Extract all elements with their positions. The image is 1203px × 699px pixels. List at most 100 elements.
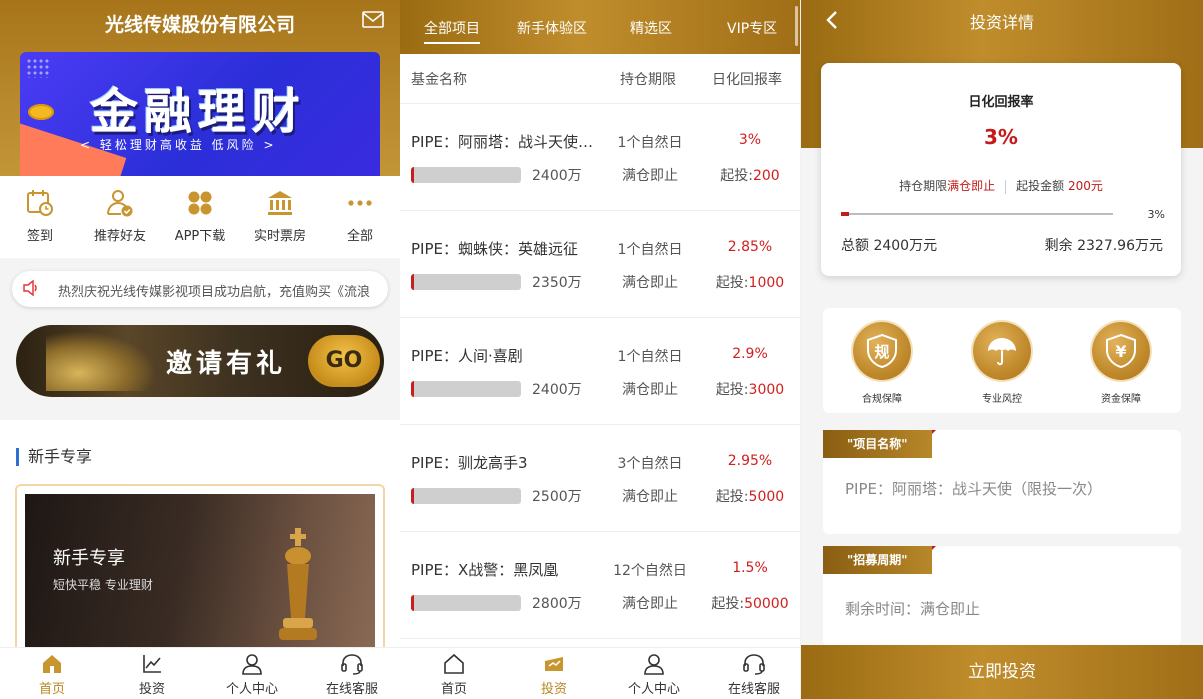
recruit-period-box: "招募周期" 剩余时间：满仓即止 (823, 546, 1181, 646)
fund-name: PIPE：X战警：黑凤凰 (411, 561, 559, 579)
user-icon (242, 654, 262, 675)
hands-image (46, 331, 156, 391)
invest-now-button[interactable]: 立即投资 (801, 645, 1203, 699)
quick-item-label: 实时票房 (253, 229, 306, 244)
fund-progress-bar (411, 381, 521, 397)
quick-item-box-office[interactable]: 实时票房 (250, 188, 310, 244)
quick-item-label: 推荐好友 (93, 229, 146, 244)
tab-novice-area[interactable]: 新手体验区 (517, 18, 587, 38)
tab-support[interactable]: 在线客服 (302, 653, 400, 697)
rate-value: 3% (984, 125, 1018, 149)
tab-support[interactable]: 在线客服 (704, 653, 800, 697)
calendar-clock-icon (27, 190, 53, 216)
guarantee-compliance: 规 合规保障 (842, 322, 922, 405)
fund-row[interactable]: PIPE：蜘蛛侠：英雄远征 1个自然日 2.85% 2350万 满仓即止 起投:1000 (400, 211, 800, 318)
fund-close-rule: 满仓即止 (622, 596, 678, 612)
chart-line-icon (143, 655, 161, 673)
fund-name: PIPE：阿丽塔：战斗天使（限投一次） (411, 133, 601, 151)
fund-rate: 2.95% (727, 453, 773, 469)
fund-min-invest: 起投:50000 (705, 593, 795, 613)
fund-progress-fill (411, 381, 415, 397)
quick-item-refer[interactable]: 推荐好友 (90, 188, 150, 244)
headset-icon (743, 654, 765, 675)
fund-name: PIPE：人间·喜剧 (411, 347, 523, 365)
period-label: 持仓期限 (899, 179, 948, 193)
fund-row[interactable]: PIPE：人间·喜剧 1个自然日 2.9% 2400万 满仓即止 起投:3000 (400, 318, 800, 425)
fund-row[interactable]: PIPE：阿丽塔：战斗天使（限投一次） 1个自然日 3% 2400万 满仓即止 起投:20… (400, 104, 800, 211)
fund-progress-fill (411, 595, 415, 611)
mail-icon[interactable] (362, 11, 384, 28)
app-grid-icon (188, 191, 212, 215)
fund-row[interactable]: PIPE：X战警：黑凤凰 12个自然日 1.5% 2800万 满仓即止 起投:50000 (400, 532, 800, 639)
guarantee-label: 合规保障 (862, 394, 902, 405)
tab-profile[interactable]: 个人中心 (202, 653, 302, 697)
tab-home[interactable]: 首页 (2, 653, 102, 697)
home-header: 光线传媒股份有限公司 金融理财 < 轻松理财高收益 低风险 > (0, 0, 400, 176)
fund-amount: 2400万 (532, 382, 582, 398)
project-name-tag: "项目名称" (823, 430, 936, 458)
min-value: 200 (752, 168, 780, 184)
tab-home[interactable]: 首页 (404, 653, 504, 697)
fund-period: 3个自然日 (617, 456, 683, 472)
bottom-tab-bar: 首页 投资 个人中心 在线客服 (400, 647, 800, 699)
rate-card: 日化回报率 3% 持仓期限满仓即止 起投金额 200元 3% 总额 2400万元 … (821, 63, 1181, 276)
glyph-funds: ¥ (1115, 342, 1126, 361)
fund-progress-bar (411, 595, 521, 611)
guarantee-section: 规 合规保障 专业风控 ¥ 资金保障 (823, 308, 1181, 413)
notice-text: 热烈庆祝光线传媒影视项目成功启航，充值购买《流浪 (58, 285, 371, 300)
scrollbar[interactable] (795, 6, 798, 46)
tab-all-projects[interactable]: 全部项目 (424, 18, 480, 44)
company-title: 光线传媒股份有限公司 (104, 14, 295, 36)
fund-close-rule: 满仓即止 (622, 489, 678, 505)
guarantee-label: 专业风控 (982, 394, 1022, 405)
invest-screen: 全部项目 新手体验区 精选区 VIP专区 基金名称 持仓期限 日化回报率 PIP… (400, 0, 800, 699)
fund-row[interactable]: PIPE：驯龙高手3 3个自然日 2.95% 2500万 满仓即止 起投:5000 (400, 425, 800, 532)
fund-rate: 3% (738, 132, 762, 148)
finance-banner[interactable]: 金融理财 < 轻松理财高收益 低风险 > (20, 52, 380, 176)
guarantee-funds: ¥ 资金保障 (1081, 322, 1161, 405)
divider (1005, 179, 1007, 194)
progress-percent: 3% (1147, 208, 1165, 221)
total-label: 总额 (841, 238, 869, 254)
progress-fill (841, 212, 850, 216)
tab-selected-area[interactable]: 精选区 (630, 18, 672, 38)
fund-rate: 2.85% (727, 239, 773, 255)
briefcase-icon (545, 657, 563, 671)
tab-label: 在线客服 (727, 682, 780, 697)
quick-item-app-download[interactable]: APP下载 (170, 188, 230, 244)
remain-label: 剩余 (1044, 238, 1073, 254)
quick-item-all[interactable]: 全部 (330, 188, 390, 244)
fund-rate: 1.5% (732, 560, 768, 576)
fund-period: 1个自然日 (617, 242, 683, 258)
recruit-period-tag: "招募周期" (823, 546, 936, 574)
tab-vip-area[interactable]: VIP专区 (727, 18, 777, 38)
min-label: 起投: (720, 168, 753, 184)
min-label: 起投金额 (1016, 179, 1065, 193)
novice-card[interactable]: 新手专享 短快平稳 专业理财 (15, 484, 385, 654)
min-value: 50000 (744, 596, 789, 612)
tab-profile[interactable]: 个人中心 (604, 653, 704, 697)
speaker-icon (23, 280, 37, 296)
tab-label: 首页 (440, 682, 467, 697)
project-name-box: "项目名称" PIPE：阿丽塔：战斗天使（限投一次） (823, 430, 1181, 534)
fund-period: 1个自然日 (617, 349, 683, 365)
progress-bar (841, 212, 1113, 216)
quick-item-label: APP下载 (174, 229, 226, 244)
tab-invest[interactable]: 投资 (102, 653, 202, 697)
go-button[interactable]: GO (308, 335, 380, 387)
tab-invest[interactable]: 投资 (504, 653, 604, 697)
invite-banner[interactable]: 邀请有礼 GO (16, 325, 384, 397)
header-rate: 日化回报率 (712, 72, 782, 88)
min-label: 起投: (715, 489, 749, 505)
quick-item-checkin[interactable]: 签到 (10, 188, 70, 244)
home-screen: 光线传媒股份有限公司 金融理财 < 轻松理财高收益 低风险 > 签到 推荐好友 … (0, 0, 400, 699)
quick-item-label: 签到 (26, 229, 53, 244)
tab-label: 个人中心 (627, 682, 680, 697)
header-name: 基金名称 (411, 72, 467, 88)
fund-rate: 2.9% (732, 346, 768, 362)
headset-icon (341, 654, 363, 675)
remain-value: 2327.96万元 (1077, 238, 1163, 254)
banner-subtitle: < 轻松理财高收益 低风险 > (80, 138, 277, 152)
chess-king-icon (279, 528, 317, 640)
notice-bar[interactable]: 热烈庆祝光线传媒影视项目成功启航，充值购买《流浪 (12, 271, 388, 307)
